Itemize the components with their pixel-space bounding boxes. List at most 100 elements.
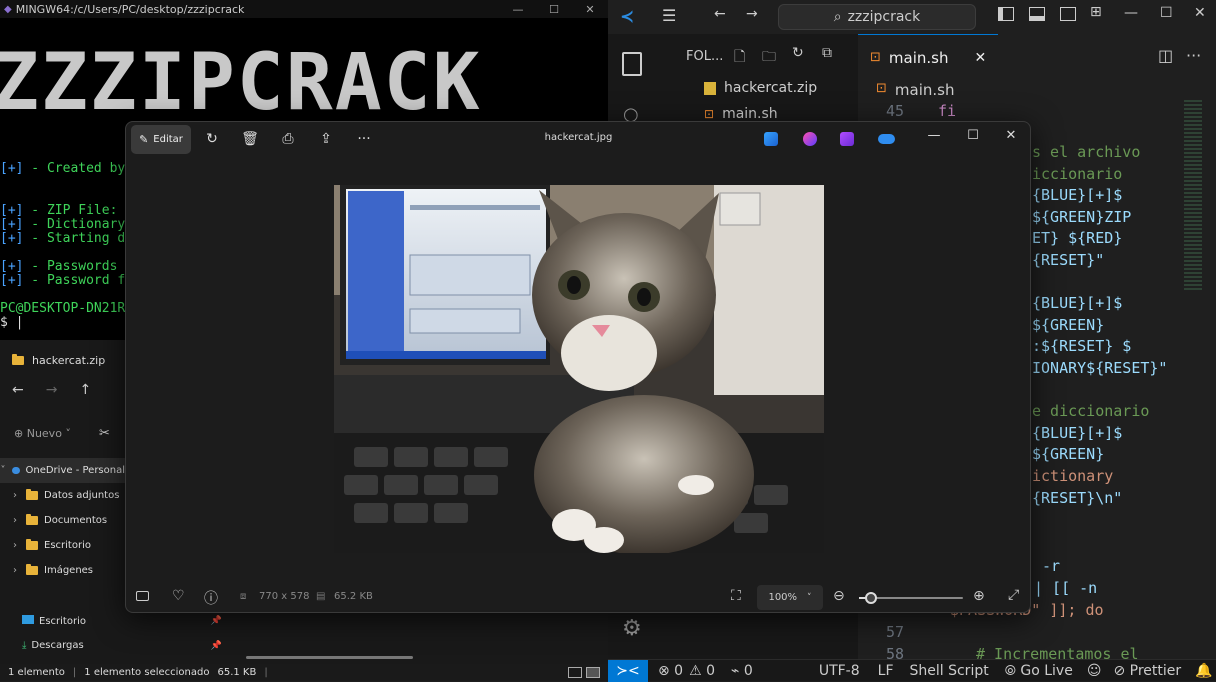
close-button[interactable]: ✕	[1194, 5, 1206, 21]
tree-item-imagenes[interactable]: › Imágenes	[0, 558, 125, 583]
menu-icon[interactable]: ☰	[662, 6, 676, 25]
chevron-right-icon[interactable]: ›	[10, 490, 20, 501]
tree-item-escritorio[interactable]: › Escritorio	[0, 533, 125, 558]
zoom-dropdown[interactable]: 100% ˅	[757, 585, 823, 610]
code-line: iccionario	[1032, 164, 1123, 183]
filesize-icon: ▤	[316, 591, 326, 602]
favorite-heart-icon[interactable]: ♡	[172, 588, 185, 604]
filmstrip-icon[interactable]	[136, 591, 149, 601]
language-status[interactable]: Shell Script	[910, 663, 989, 679]
folder-icon	[26, 489, 38, 500]
collapse-all-icon[interactable]: ⧉	[822, 45, 832, 61]
chevron-right-icon[interactable]: ›	[10, 565, 20, 576]
tiles-view-icon[interactable]	[586, 667, 600, 678]
clipchamp-app-icon[interactable]	[840, 132, 854, 146]
desktop-icon	[22, 614, 34, 624]
chevron-right-icon[interactable]: ›	[10, 540, 20, 551]
more-actions-icon[interactable]: ···	[1186, 46, 1201, 65]
code-line: fi	[938, 102, 957, 120]
tree-item-documentos[interactable]: › Documentos	[0, 508, 125, 533]
problems-warnings[interactable]: ⚠ 0	[689, 663, 715, 679]
gear-icon[interactable]: ⚙	[622, 616, 642, 641]
zoom-in-icon[interactable]: ⊕	[973, 588, 985, 604]
layout-icon[interactable]: ⊞	[1090, 4, 1102, 20]
info-icon[interactable]: ⓘ	[204, 588, 218, 608]
rotate-icon[interactable]: ↻	[202, 130, 222, 148]
eol-status[interactable]: LF	[878, 663, 894, 679]
zoom-slider-thumb[interactable]	[865, 592, 878, 604]
file-item-main-sh[interactable]: ⊡ main.sh	[704, 106, 778, 122]
split-editor-icon[interactable]: ◫	[1158, 46, 1173, 65]
toggle-secondary-sidebar-icon[interactable]	[1060, 7, 1076, 21]
file-item-zip[interactable]: hackercat.zip	[704, 80, 817, 96]
explorer-files-icon[interactable]	[622, 52, 642, 76]
bell-icon[interactable]: 🔔	[1195, 663, 1212, 679]
fit-to-window-icon[interactable]: ⛶	[731, 588, 741, 604]
minimize-button[interactable]: —	[500, 3, 536, 16]
details-view-icon[interactable]	[568, 667, 582, 678]
encoding-status[interactable]: UTF-8	[819, 663, 860, 679]
print-icon[interactable]: ⎙	[278, 130, 298, 148]
delete-icon[interactable]: 🗑	[240, 130, 260, 148]
more-options-icon[interactable]: ···	[354, 130, 374, 148]
command-center-search[interactable]: ⌕ zzzipcrack	[778, 4, 976, 30]
tab-main-sh[interactable]: ⊡ main.sh ✕	[858, 34, 998, 80]
up-arrow-icon[interactable]: ↑	[79, 382, 91, 398]
new-button[interactable]: ⊕ Nuevo ˅	[14, 427, 71, 440]
new-file-icon[interactable]: 🗋	[734, 46, 745, 70]
edit-button[interactable]: ✎ Editar	[131, 125, 191, 154]
maximize-button[interactable]: ☐	[536, 3, 572, 16]
kitten-photo-drawing	[334, 185, 824, 553]
back-arrow-icon[interactable]: ←	[12, 382, 24, 398]
forward-arrow-icon[interactable]: →	[46, 382, 58, 398]
remote-indicator-icon[interactable]: ≻<	[608, 659, 648, 682]
zoom-slider[interactable]	[859, 592, 963, 604]
minimize-button[interactable]: —	[1124, 5, 1138, 21]
terminal-input[interactable]: $ |	[0, 316, 23, 330]
zoom-out-icon[interactable]: ⊖	[833, 588, 845, 604]
shell-file-icon: ⊡	[876, 81, 887, 96]
toggle-panel-icon[interactable]	[1029, 7, 1045, 21]
close-icon[interactable]: ✕	[974, 50, 986, 66]
terminal-line: [+] - ZIP File: h	[0, 203, 133, 218]
minimap[interactable]	[1184, 100, 1202, 290]
maximize-button[interactable]: ☐	[1160, 5, 1173, 21]
back-arrow-icon[interactable]: ←	[714, 6, 726, 22]
photo-editor-app-icon[interactable]	[764, 132, 778, 146]
forward-arrow-icon[interactable]: →	[746, 6, 758, 22]
designer-app-icon[interactable]	[803, 132, 817, 146]
close-button[interactable]: ✕	[996, 128, 1026, 143]
problems-errors[interactable]: ⊗ 0	[658, 663, 683, 679]
explorer-statusbar: 1 elemento | 1 elemento seleccionado 65.…	[0, 664, 608, 681]
cut-icon[interactable]: ✂	[99, 426, 110, 441]
refresh-icon[interactable]: ↻	[792, 45, 804, 61]
chevron-down-icon[interactable]: ˅	[0, 465, 6, 476]
code-line: ictionary	[1032, 467, 1114, 485]
fullscreen-icon[interactable]: ⤢	[1008, 587, 1019, 603]
explorer-tab[interactable]: hackercat.zip	[12, 354, 105, 367]
onedrive-cloud-icon[interactable]	[878, 134, 895, 144]
shell-file-icon: ⊡	[704, 107, 715, 121]
close-button[interactable]: ✕	[572, 3, 608, 16]
quick-item-descargas[interactable]: ⤓ Descargas 📌	[22, 633, 222, 658]
horizontal-scrollbar[interactable]	[246, 656, 413, 659]
new-folder-icon[interactable]: 🗀	[762, 46, 776, 70]
pin-icon[interactable]: 📌	[211, 641, 222, 651]
chevron-right-icon[interactable]: ›	[10, 515, 20, 526]
copilot-icon[interactable]: ☺	[1087, 663, 1102, 679]
pin-icon[interactable]: 📌	[211, 616, 222, 626]
tree-item-onedrive[interactable]: ˅ OneDrive - Personal	[0, 458, 125, 483]
breadcrumb[interactable]: ⊡ main.sh	[876, 81, 954, 99]
photos-viewer-window[interactable]: ✎ Editar ↻ 🗑 ⎙ ⇪ ··· hackercat.jpg — ☐ ✕	[125, 121, 1031, 613]
breadcrumb-file: main.sh	[894, 81, 955, 99]
quick-access-list: Escritorio 📌 ⤓ Descargas 📌	[22, 608, 222, 658]
minimize-button[interactable]: —	[919, 128, 949, 143]
terminal-titlebar[interactable]: ◆ MINGW64:/c/Users/PC/desktop/zzzipcrack…	[0, 0, 608, 18]
golive-button[interactable]: ⦾ Go Live	[1005, 663, 1073, 679]
prettier-button[interactable]: ⊘ Prettier	[1113, 663, 1181, 679]
ports-icon[interactable]: ⌁ 0	[731, 663, 753, 679]
tree-item-datos-adjuntos[interactable]: › Datos adjuntos	[0, 483, 125, 508]
share-icon[interactable]: ⇪	[316, 130, 336, 148]
maximize-button[interactable]: ☐	[958, 128, 988, 143]
toggle-sidebar-icon[interactable]	[998, 7, 1014, 21]
